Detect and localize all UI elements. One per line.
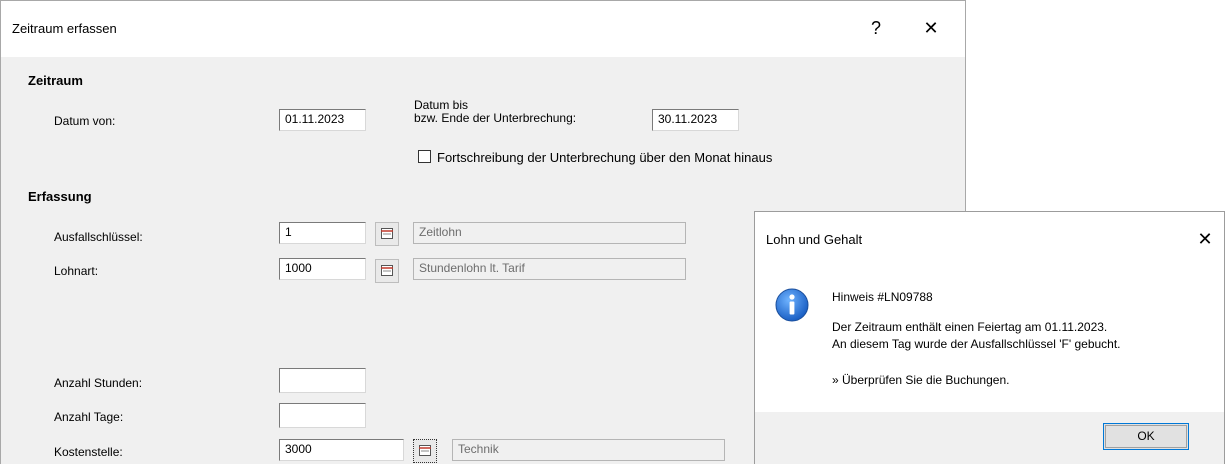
ausfallschluessel-label: Ausfallschlüssel: — [54, 230, 143, 244]
lohnart-field[interactable]: 1000 — [279, 258, 366, 280]
datum-von-label: Datum von: — [54, 114, 116, 128]
lohnart-description: Stundenlohn lt. Tarif — [413, 258, 686, 280]
message-heading: Hinweis #LN09788 — [832, 290, 933, 304]
anzahl-tage-label: Anzahl Tage: — [54, 410, 124, 424]
lohnart-lookup-button[interactable] — [375, 259, 399, 283]
message-line-3: » Überprüfen Sie die Buchungen. — [832, 373, 1010, 387]
message-box-title: Lohn und Gehalt — [766, 232, 863, 247]
ausfallschluessel-lookup-button[interactable] — [375, 222, 399, 246]
anzahl-stunden-field[interactable] — [279, 368, 366, 393]
message-line-2: An diesem Tag wurde der Ausfallschlüssel… — [832, 337, 1121, 351]
datum-bis-label-line1: Datum bis — [414, 98, 469, 112]
kostenstelle-lookup-button[interactable] — [413, 439, 437, 463]
kostenstelle-label: Kostenstelle: — [54, 445, 123, 459]
fortschreibung-checkbox[interactable] — [418, 150, 431, 163]
erfassung-heading: Erfassung — [28, 189, 92, 204]
kostenstelle-field[interactable]: 3000 — [279, 439, 404, 461]
ok-button[interactable]: OK — [1103, 423, 1189, 450]
list-icon — [419, 445, 431, 456]
ausfallschluessel-field[interactable]: 1 — [279, 222, 366, 244]
dialog-title: Zeitraum erfassen — [12, 21, 117, 36]
zeitraum-heading: Zeitraum — [28, 73, 83, 88]
info-icon — [775, 288, 809, 322]
lohnart-label: Lohnart: — [54, 264, 99, 278]
message-box-footer: OK — [755, 412, 1224, 464]
title-bar: Zeitraum erfassen ? ✕ — [1, 1, 965, 57]
list-icon — [381, 265, 393, 276]
datum-von-field[interactable]: 01.11.2023 — [279, 109, 366, 131]
datum-bis-field[interactable]: 30.11.2023 — [652, 109, 739, 131]
message-line-1: Der Zeitraum enthält einen Feiertag am 0… — [832, 320, 1108, 334]
ausfallschluessel-description: Zeitlohn — [413, 222, 686, 244]
close-button[interactable]: ✕ — [914, 13, 948, 43]
lohn-und-gehalt-message-box: Lohn und Gehalt ✕ Hinweis #LN09788 Der Z… — [754, 211, 1225, 464]
datum-bis-label-line2: bzw. Ende der Unterbrechung: — [414, 111, 577, 125]
fortschreibung-label: Fortschreibung der Unterbrechung über de… — [437, 150, 773, 165]
anzahl-tage-field[interactable] — [279, 403, 366, 428]
help-button[interactable]: ? — [859, 13, 893, 43]
kostenstelle-description: Technik — [452, 439, 725, 461]
message-box-close-button[interactable]: ✕ — [1190, 224, 1220, 254]
list-icon — [381, 228, 393, 239]
anzahl-stunden-label: Anzahl Stunden: — [54, 376, 143, 390]
